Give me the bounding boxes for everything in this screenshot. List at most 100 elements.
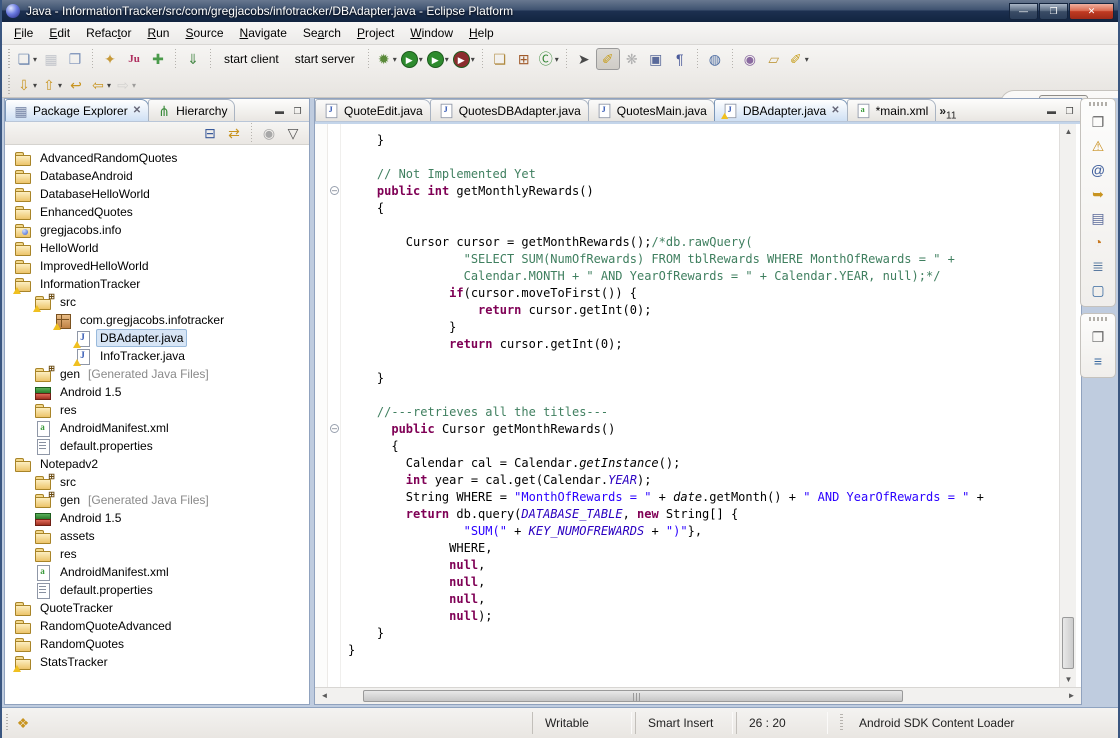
minimize-view-icon[interactable]: ▬: [272, 105, 287, 117]
view-menu-button[interactable]: ▽: [281, 122, 305, 144]
menu-edit[interactable]: Edit: [41, 23, 78, 43]
tree-item[interactable]: gregjacobs.info: [5, 221, 309, 239]
tree-item[interactable]: ⊞src: [5, 293, 309, 311]
filters-button[interactable]: ◉: [257, 122, 281, 144]
menu-window[interactable]: Window: [402, 23, 461, 43]
tree-item[interactable]: ImprovedHelloWorld: [5, 257, 309, 275]
console-view-button[interactable]: ◔: [1085, 230, 1111, 254]
open-folder-button[interactable]: ▱: [762, 48, 786, 70]
tree-item[interactable]: InformationTracker: [5, 275, 309, 293]
editor-horizontal-scrollbar[interactable]: ◄ ►: [315, 687, 1081, 704]
collapse-all-button[interactable]: ⊟: [198, 122, 222, 144]
scroll-down-arrow[interactable]: ▼: [1061, 672, 1076, 687]
properties-view-button[interactable]: ▤: [1085, 206, 1111, 230]
dropdown-arrow-icon[interactable]: ▾: [445, 55, 449, 64]
editor-tab-dbadapter.java[interactable]: JDBAdapter.java✕: [714, 99, 848, 121]
previous-annotation-nav-button[interactable]: ⇧▾: [39, 74, 64, 96]
dropdown-arrow-icon[interactable]: ▾: [393, 55, 397, 64]
declaration-view-button[interactable]: ➥: [1085, 182, 1111, 206]
tree-item[interactable]: Notepadv2: [5, 455, 309, 473]
back-button[interactable]: ⇦▾: [88, 74, 113, 96]
javadoc-view-button[interactable]: @: [1085, 158, 1111, 182]
close-view-icon[interactable]: ✕: [133, 105, 141, 116]
collapse-fold-icon[interactable]: –: [330, 186, 339, 195]
scroll-up-arrow[interactable]: ▲: [1061, 124, 1076, 139]
run-button[interactable]: ▶▾: [399, 48, 425, 70]
menu-run[interactable]: Run: [139, 23, 177, 43]
collapse-fold-icon[interactable]: –: [330, 424, 339, 433]
start-client-button[interactable]: start client: [216, 52, 287, 66]
view-tab-package-explorer[interactable]: ▦Package Explorer✕: [5, 99, 149, 121]
new-java-class-button[interactable]: Ⓒ▾: [536, 48, 561, 70]
last-edit-location-button[interactable]: ↩: [64, 74, 88, 96]
editor-tab-overflow[interactable]: »11: [935, 104, 960, 121]
dropdown-arrow-icon[interactable]: ▾: [58, 81, 62, 90]
editor-vertical-scrollbar[interactable]: ▲ ▼: [1059, 124, 1076, 687]
menu-source[interactable]: Source: [177, 23, 231, 43]
dropdown-arrow-icon[interactable]: ▾: [419, 55, 423, 64]
tree-item[interactable]: Android 1.5: [5, 383, 309, 401]
menu-navigate[interactable]: Navigate: [232, 23, 295, 43]
search-button[interactable]: ✐▾: [786, 48, 811, 70]
minimize-editor-icon[interactable]: ▬: [1044, 105, 1059, 117]
editor-tab-quoteedit.java[interactable]: JQuoteEdit.java: [315, 99, 431, 121]
link-with-editor-button[interactable]: ⇄: [222, 122, 246, 144]
new-java-project-button[interactable]: ❏: [488, 48, 512, 70]
vertical-scroll-thumb[interactable]: [1062, 617, 1074, 669]
start-server-button[interactable]: start server: [287, 52, 363, 66]
tree-item[interactable]: assets: [5, 527, 309, 545]
tree-item[interactable]: StatsTracker: [5, 653, 309, 671]
tree-item[interactable]: DatabaseHelloWorld: [5, 185, 309, 203]
tree-item[interactable]: default.properties: [5, 581, 309, 599]
external-tools-button[interactable]: ▶▾: [451, 48, 477, 70]
tree-item[interactable]: RandomQuotes: [5, 635, 309, 653]
open-console-button[interactable]: ◍: [703, 48, 727, 70]
tree-item[interactable]: RandomQuoteAdvanced: [5, 617, 309, 635]
tree-item[interactable]: ⊞gen[Generated Java Files]: [5, 365, 309, 383]
editor-tab-main.xml[interactable]: a*main.xml: [847, 99, 937, 121]
minimize-button[interactable]: —: [1009, 3, 1038, 20]
restore-view-button[interactable]: ❐: [1085, 325, 1111, 349]
editor-tab-quotesdbadapter.java[interactable]: JQuotesDBAdapter.java: [430, 99, 589, 121]
menu-help[interactable]: Help: [461, 23, 502, 43]
mark-occurrences-button[interactable]: ✐: [596, 48, 620, 70]
print-button[interactable]: ❐: [63, 48, 87, 70]
new-java-package-button[interactable]: ⊞: [512, 48, 536, 70]
next-annotation-button[interactable]: ❋: [620, 48, 644, 70]
new-wizard-button[interactable]: ❏▾: [14, 48, 39, 70]
dropdown-arrow-icon[interactable]: ▾: [471, 55, 475, 64]
dropdown-arrow-icon[interactable]: ▾: [805, 55, 809, 64]
problems-view-button[interactable]: ⚠: [1085, 134, 1111, 158]
menu-file[interactable]: File: [6, 23, 41, 43]
tree-item[interactable]: AdvancedRandomQuotes: [5, 149, 309, 167]
debug-button[interactable]: ✹▾: [374, 48, 399, 70]
horizontal-scroll-thumb[interactable]: [363, 690, 903, 702]
tree-item[interactable]: JDBAdapter.java: [5, 329, 309, 347]
maximize-editor-icon[interactable]: ❒: [1062, 105, 1077, 117]
dropdown-arrow-icon[interactable]: ▾: [132, 81, 136, 90]
outline-view-button[interactable]: ≡: [1085, 349, 1111, 373]
tree-item[interactable]: aAndroidManifest.xml: [5, 419, 309, 437]
tree-item[interactable]: EnhancedQuotes: [5, 203, 309, 221]
emulator-control-view-button[interactable]: ≣: [1085, 254, 1111, 278]
open-declaration-button[interactable]: ➤: [572, 48, 596, 70]
tree-item[interactable]: com.gregjacobs.infotracker: [5, 311, 309, 329]
tree-item[interactable]: ⊞gen[Generated Java Files]: [5, 491, 309, 509]
scroll-left-arrow[interactable]: ◄: [317, 688, 332, 703]
menu-refactor[interactable]: Refactor: [78, 23, 139, 43]
maximize-view-icon[interactable]: ❒: [290, 105, 305, 117]
folding-ruler[interactable]: ––: [328, 124, 341, 687]
tree-item[interactable]: DatabaseAndroid: [5, 167, 309, 185]
tree-item[interactable]: QuoteTracker: [5, 599, 309, 617]
tree-item[interactable]: res: [5, 401, 309, 419]
annotation-ruler[interactable]: [315, 124, 328, 687]
new-android-xml-button[interactable]: ✚: [146, 48, 170, 70]
close-editor-icon[interactable]: ✕: [831, 105, 839, 116]
restore-view-button[interactable]: ❐: [1085, 110, 1111, 134]
dropdown-arrow-icon[interactable]: ▾: [33, 55, 37, 64]
tree-item[interactable]: HelloWorld: [5, 239, 309, 257]
menu-project[interactable]: Project: [349, 23, 402, 43]
dropdown-arrow-icon[interactable]: ▾: [107, 81, 111, 90]
junit-button[interactable]: Ju: [122, 48, 146, 70]
logcat-view-button[interactable]: ▢: [1085, 278, 1111, 302]
